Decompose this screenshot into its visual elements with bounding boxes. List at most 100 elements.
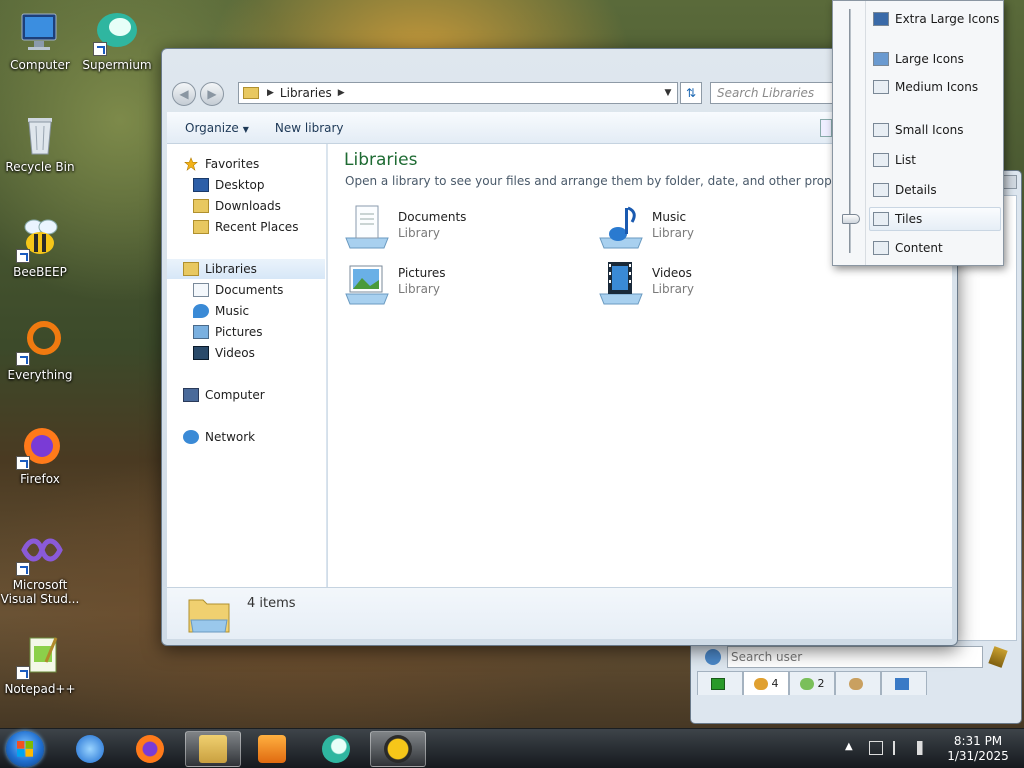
new-library-button[interactable]: New library xyxy=(275,121,344,135)
nav-downloads[interactable]: Downloads xyxy=(167,196,325,216)
tab-users[interactable]: 4 xyxy=(743,671,789,695)
tab-chats-count: 2 xyxy=(817,677,825,690)
desktop-icon-beebeep[interactable]: BeeBEEP xyxy=(0,215,80,279)
notepadpp-icon xyxy=(16,632,64,680)
menu-item-label: Medium Icons xyxy=(895,80,979,94)
nav-recent-places-label: Recent Places xyxy=(215,220,299,234)
gear-icon[interactable] xyxy=(705,649,721,665)
chevron-down-icon[interactable]: ▼ xyxy=(659,88,677,98)
tile-name: Documents xyxy=(398,210,467,224)
library-tile-videos[interactable]: Videos Library xyxy=(598,260,848,308)
desktop-icon-everything[interactable]: Everything xyxy=(0,318,80,382)
downloads-folder-icon xyxy=(193,199,209,213)
clock-time: 8:31 PM xyxy=(953,734,1003,748)
library-tile-documents[interactable]: Documents Library xyxy=(344,204,594,252)
breadcrumb-separator-icon[interactable]: ▶ xyxy=(267,88,274,98)
search-user-input[interactable]: Search user xyxy=(727,646,983,668)
nav-pictures[interactable]: Pictures xyxy=(167,322,325,342)
taskbar-beebeep[interactable] xyxy=(370,731,426,767)
extra-large-icons-icon xyxy=(873,12,889,26)
nav-desktop[interactable]: Desktop xyxy=(167,175,325,195)
address-bar[interactable]: ▶ Libraries ▶ ▼ xyxy=(238,82,678,104)
menu-item-tiles[interactable]: Tiles xyxy=(869,207,1001,231)
internet-explorer-icon xyxy=(76,735,104,763)
nav-documents-label: Documents xyxy=(215,283,284,297)
taskbar-internet-explorer[interactable] xyxy=(62,731,118,767)
shortcut-arrow-icon xyxy=(16,562,30,576)
nav-downloads-label: Downloads xyxy=(215,199,281,213)
taskbar-firefox[interactable] xyxy=(122,731,178,767)
taskbar-media-player[interactable] xyxy=(244,731,300,767)
desktop-icon-visual-studio[interactable]: Microsoft Visual Stud... xyxy=(0,528,80,606)
desktop-icon-recycle-bin[interactable]: Recycle Bin xyxy=(0,110,80,174)
library-tile-music[interactable]: Music Library xyxy=(598,204,848,252)
navigation-pane: Favorites Desktop Downloads Recent Place… xyxy=(167,144,327,587)
taskbar-explorer[interactable] xyxy=(185,731,241,767)
nav-recent-places[interactable]: Recent Places xyxy=(167,217,325,237)
desktop-icon-supermium[interactable]: Supermium xyxy=(77,8,157,72)
nav-computer[interactable]: Computer xyxy=(167,385,325,405)
nav-favorites-label: Favorites xyxy=(205,157,260,171)
nav-music-label: Music xyxy=(215,304,250,318)
refresh-button[interactable]: ⇅ xyxy=(680,82,702,104)
start-button[interactable] xyxy=(6,731,44,767)
desktop-icon-firefox[interactable]: Firefox xyxy=(0,422,80,486)
menu-item-small-icons[interactable]: Small Icons xyxy=(873,118,1001,142)
breadcrumb-libraries[interactable]: Libraries xyxy=(280,86,332,100)
desktop-icon-label: Notepad++ xyxy=(4,682,76,696)
network-status-icon[interactable] xyxy=(869,741,883,755)
nav-documents[interactable]: Documents xyxy=(167,280,325,300)
taskbar-supermium[interactable] xyxy=(308,731,364,767)
menu-item-label: Small Icons xyxy=(895,123,964,137)
nav-favorites[interactable]: Favorites xyxy=(167,154,325,174)
nav-music[interactable]: Music xyxy=(167,301,325,321)
menu-item-details[interactable]: Details xyxy=(873,178,1001,202)
tab-status[interactable] xyxy=(697,671,743,695)
medium-icons-icon xyxy=(873,80,889,94)
menu-item-large-icons[interactable]: Large Icons xyxy=(873,47,1001,71)
tab-chats[interactable]: 2 xyxy=(789,671,835,695)
nav-libraries[interactable]: Libraries xyxy=(167,259,325,279)
chevron-down-icon: ▼ xyxy=(242,124,249,134)
groups-icon xyxy=(849,677,863,690)
documents-library-icon xyxy=(345,205,389,249)
system-tray: ▲ xyxy=(845,741,931,755)
nav-network[interactable]: Network xyxy=(167,427,325,447)
tab-groups[interactable] xyxy=(835,671,881,695)
desktop-icon-notepadpp[interactable]: Notepad++ xyxy=(0,632,80,696)
tile-name: Videos xyxy=(652,266,692,280)
close-icon[interactable] xyxy=(1003,175,1017,189)
clear-search-icon[interactable] xyxy=(988,646,1008,668)
tab-shares[interactable] xyxy=(881,671,927,695)
volume-muted-icon[interactable] xyxy=(917,741,931,755)
small-icons-icon xyxy=(873,123,889,137)
search-input[interactable]: Search Libraries xyxy=(710,82,850,104)
menu-item-content[interactable]: Content xyxy=(873,236,1001,260)
organize-button[interactable]: Organize ▼ xyxy=(185,121,249,135)
shortcut-arrow-icon xyxy=(16,666,30,680)
menu-item-label: Content xyxy=(895,241,943,255)
view-size-slider-thumb[interactable] xyxy=(842,214,860,224)
explorer-folder-icon xyxy=(199,735,227,763)
nav-videos[interactable]: Videos xyxy=(167,343,325,363)
supermium-icon xyxy=(93,8,141,56)
views-button[interactable] xyxy=(820,119,832,137)
menu-item-medium-icons[interactable]: Medium Icons xyxy=(873,75,1001,99)
show-hidden-icons-icon[interactable]: ▲ xyxy=(845,741,859,755)
menu-item-extra-large-icons[interactable]: Extra Large Icons xyxy=(873,7,1001,31)
menu-item-list[interactable]: List xyxy=(873,148,1001,172)
firefox-icon xyxy=(16,422,64,470)
clock[interactable]: 8:31 PM 1/31/2025 xyxy=(938,734,1018,764)
desktop-icon-computer[interactable]: Computer xyxy=(0,8,80,72)
clock-date: 1/31/2025 xyxy=(947,749,1009,763)
forward-button[interactable]: ▶ xyxy=(200,82,224,106)
nav-network-label: Network xyxy=(205,430,256,444)
breadcrumb-separator-icon[interactable]: ▶ xyxy=(338,88,345,98)
desktop-icon-label: BeeBEEP xyxy=(13,265,67,279)
back-button[interactable]: ◀ xyxy=(172,82,196,106)
videos-library-icon xyxy=(599,262,643,305)
content-icon xyxy=(873,241,889,255)
details-icon xyxy=(873,183,889,197)
action-center-flag-icon[interactable] xyxy=(893,741,907,755)
library-tile-pictures[interactable]: Pictures Library xyxy=(344,260,594,308)
